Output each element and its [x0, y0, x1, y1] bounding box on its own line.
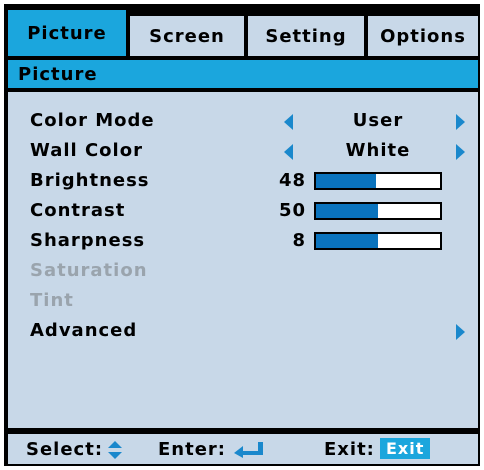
exit-key[interactable]: Exit: [380, 438, 431, 459]
color-mode-value: User: [352, 110, 404, 131]
brightness-slider[interactable]: [314, 172, 442, 190]
sharpness-slider[interactable]: [314, 232, 442, 250]
row-advanced[interactable]: Advanced: [8, 318, 478, 348]
select-hint-label: Select:: [26, 439, 104, 460]
triangle-right-icon[interactable]: [456, 114, 465, 130]
color-mode-label: Color Mode: [30, 110, 155, 131]
brightness-value: 48: [278, 170, 306, 191]
brightness-label: Brightness: [30, 170, 150, 191]
section-title: Picture: [8, 60, 478, 88]
row-contrast[interactable]: Contrast 50: [8, 198, 478, 228]
tab-setting[interactable]: Setting: [248, 16, 364, 56]
row-brightness[interactable]: Brightness 48: [8, 168, 478, 198]
tab-screen[interactable]: Screen: [130, 16, 244, 56]
up-down-arrows-icon: [108, 441, 122, 459]
triangle-right-icon[interactable]: [456, 324, 465, 340]
wall-color-value: White: [345, 140, 411, 161]
tab-options[interactable]: Options: [368, 16, 478, 56]
sharpness-slider-fill: [316, 234, 378, 248]
contrast-value: 50: [278, 200, 306, 221]
contrast-slider-fill: [316, 204, 378, 218]
saturation-label: Saturation: [30, 260, 148, 281]
wall-color-label: Wall Color: [30, 140, 143, 161]
row-sharpness[interactable]: Sharpness 8: [8, 228, 478, 258]
row-saturation: Saturation: [8, 258, 478, 288]
brightness-slider-fill: [316, 174, 376, 188]
tab-bar: Picture Screen Setting Options: [8, 10, 478, 56]
sharpness-value: 8: [292, 230, 306, 251]
triangle-right-icon[interactable]: [456, 144, 465, 160]
tint-label: Tint: [30, 290, 74, 311]
contrast-label: Contrast: [30, 200, 126, 221]
sharpness-label: Sharpness: [30, 230, 146, 251]
osd-menu: Picture Screen Setting Options Picture C…: [4, 4, 480, 466]
triangle-left-icon[interactable]: [284, 144, 293, 160]
enter-return-icon: [234, 442, 263, 458]
row-tint: Tint: [8, 288, 478, 318]
row-color-mode[interactable]: Color Mode User: [8, 108, 478, 138]
footer-hints: Select: Enter: Exit: Exit: [8, 434, 478, 464]
contrast-slider[interactable]: [314, 202, 442, 220]
settings-panel: Color Mode User Wall Color White Brightn…: [8, 92, 478, 428]
triangle-left-icon[interactable]: [284, 114, 293, 130]
row-wall-color[interactable]: Wall Color White: [8, 138, 478, 168]
advanced-label: Advanced: [30, 320, 138, 341]
exit-hint-label: Exit:: [324, 439, 375, 460]
enter-hint-label: Enter:: [158, 439, 226, 460]
tab-picture[interactable]: Picture: [8, 10, 126, 56]
